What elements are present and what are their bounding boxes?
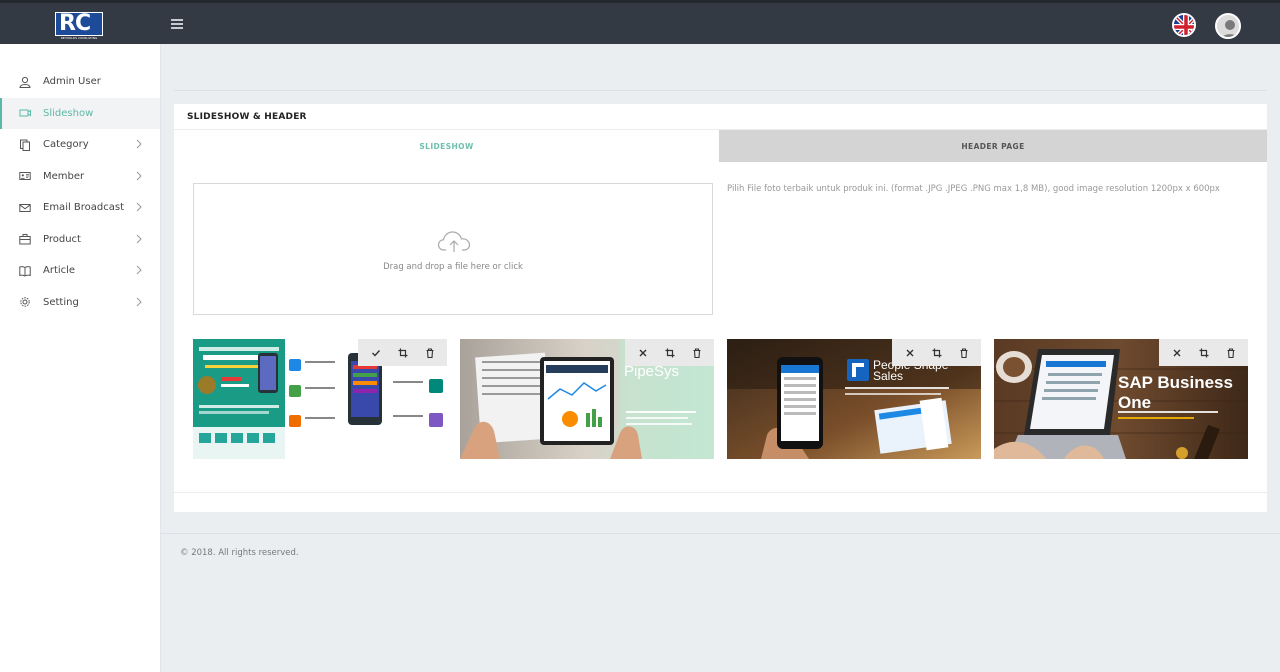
sidebar-item-label: Product bbox=[43, 233, 81, 245]
sidebar-item-setting[interactable]: Setting bbox=[0, 287, 160, 319]
tab-header-page[interactable]: HEADER PAGE bbox=[719, 130, 1267, 162]
slide-thumbnail[interactable] bbox=[193, 339, 447, 459]
crop-icon bbox=[1199, 348, 1208, 357]
sidebar-item-label: Admin User bbox=[43, 76, 101, 88]
sidebar-item-article[interactable]: Article bbox=[0, 255, 160, 287]
book-icon bbox=[18, 264, 31, 277]
uk-flag-icon[interactable] bbox=[1172, 13, 1196, 37]
crop-icon bbox=[398, 348, 407, 357]
sidebar-item-label: Category bbox=[43, 139, 89, 151]
close-icon bbox=[639, 349, 646, 356]
close-icon bbox=[1173, 349, 1180, 356]
trash-icon bbox=[960, 347, 967, 358]
cloud-upload-icon bbox=[437, 231, 471, 252]
top-bar: RC REYNOLDS CONSULTING bbox=[0, 0, 1280, 44]
upload-hint: Pilih File foto terbaik untuk produk ini… bbox=[727, 184, 1220, 194]
menu-toggle-icon[interactable] bbox=[171, 19, 183, 29]
slide-toolbar bbox=[892, 339, 981, 366]
sidebar-item-label: Slideshow bbox=[43, 107, 94, 119]
approve-button[interactable] bbox=[362, 339, 389, 366]
crop-icon bbox=[932, 348, 941, 357]
user-avatar-icon[interactable] bbox=[1215, 13, 1241, 39]
briefcase-icon bbox=[18, 233, 31, 246]
remove-button[interactable] bbox=[896, 339, 923, 366]
remove-button[interactable] bbox=[1163, 339, 1190, 366]
chevron-right-icon bbox=[136, 171, 142, 180]
gear-icon bbox=[18, 296, 31, 309]
id-card-icon bbox=[18, 170, 31, 183]
delete-button[interactable] bbox=[683, 339, 710, 366]
crop-button[interactable] bbox=[1190, 339, 1217, 366]
slides-icon bbox=[18, 107, 31, 120]
chevron-right-icon bbox=[136, 265, 142, 275]
footer-divider bbox=[161, 533, 1280, 534]
chevron-right-icon bbox=[136, 234, 142, 243]
sidebar: Admin User Slideshow Category Member Ema… bbox=[0, 44, 161, 672]
sidebar-item-email-broadcast[interactable]: Email Broadcast bbox=[0, 192, 160, 224]
slide-toolbar bbox=[1159, 339, 1248, 366]
sidebar-item-label: Email Broadcast bbox=[43, 202, 125, 214]
slide-thumbnail[interactable]: People Shape Sales bbox=[727, 339, 981, 459]
slide-toolbar bbox=[625, 339, 714, 366]
envelope-icon bbox=[18, 201, 31, 214]
sidebar-item-label: Setting bbox=[43, 296, 79, 308]
sidebar-item-label: Article bbox=[43, 265, 76, 277]
close-icon bbox=[906, 349, 913, 356]
delete-button[interactable] bbox=[1217, 339, 1244, 366]
sidebar-item-label: Member bbox=[43, 170, 85, 182]
sidebar-item-product[interactable]: Product bbox=[0, 224, 160, 256]
trash-icon bbox=[426, 347, 433, 358]
slide-thumbnail[interactable]: SAP Business One bbox=[994, 339, 1248, 459]
file-dropzone[interactable]: Drag and drop a file here or click bbox=[193, 183, 713, 315]
card-footer-divider bbox=[174, 492, 1267, 493]
crop-button[interactable] bbox=[389, 339, 416, 366]
sidebar-item-admin-user[interactable]: Admin User bbox=[0, 66, 160, 98]
delete-button[interactable] bbox=[950, 339, 977, 366]
logo-text: RC bbox=[55, 12, 103, 36]
chevron-right-icon bbox=[136, 139, 142, 149]
remove-button[interactable] bbox=[629, 339, 656, 366]
slideshow-card: SLIDESHOW & HEADER SLIDESHOW HEADER PAGE… bbox=[174, 104, 1267, 512]
sidebar-item-slideshow[interactable]: Slideshow bbox=[0, 97, 160, 129]
chevron-right-icon bbox=[136, 297, 142, 306]
tab-slideshow[interactable]: SLIDESHOW bbox=[174, 130, 719, 162]
trash-icon bbox=[1227, 347, 1234, 358]
crop-icon bbox=[665, 348, 674, 357]
user-icon bbox=[18, 75, 31, 88]
sidebar-item-category[interactable]: Category bbox=[0, 129, 160, 161]
dropzone-text: Drag and drop a file here or click bbox=[383, 262, 523, 272]
slide-thumbnail[interactable]: PipeSys bbox=[460, 339, 714, 459]
check-icon bbox=[371, 349, 380, 357]
sidebar-item-member[interactable]: Member bbox=[0, 161, 160, 193]
crop-button[interactable] bbox=[656, 339, 683, 366]
crop-button[interactable] bbox=[923, 339, 950, 366]
card-title: SLIDESHOW & HEADER bbox=[187, 112, 307, 122]
delete-button[interactable] bbox=[416, 339, 443, 366]
logo[interactable]: RC REYNOLDS CONSULTING bbox=[55, 12, 103, 40]
slide-toolbar bbox=[358, 339, 447, 366]
trash-icon bbox=[693, 347, 700, 358]
content-divider bbox=[174, 90, 1267, 91]
slide-caption: SAP Business One bbox=[1118, 373, 1233, 412]
footer-copyright: © 2018. All rights reserved. bbox=[180, 548, 299, 558]
chevron-right-icon bbox=[136, 202, 142, 212]
copy-icon bbox=[18, 138, 31, 151]
logo-subtext: REYNOLDS CONSULTING bbox=[60, 36, 98, 40]
